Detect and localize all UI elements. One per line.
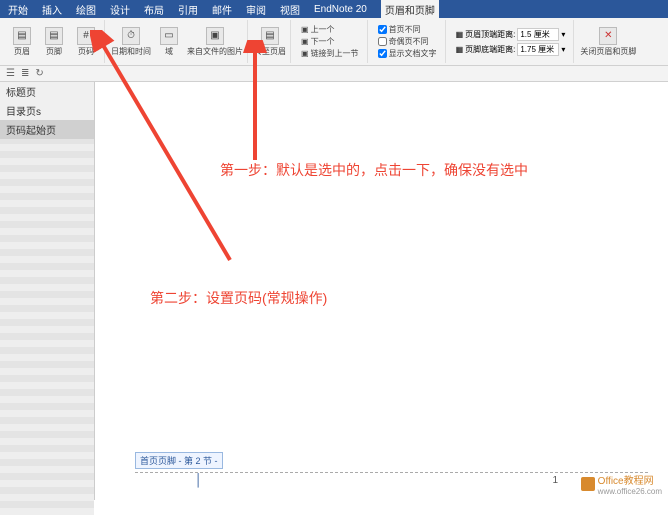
header-button[interactable]: ▤页眉 — [8, 27, 36, 57]
menu-6[interactable]: 邮件 — [212, 2, 232, 17]
chk-odd-diff[interactable]: 奇偶页不同 — [378, 36, 437, 47]
menu-4[interactable]: 布局 — [144, 2, 164, 17]
chk-show-text[interactable]: 显示文档文字 — [378, 48, 437, 59]
menu-7[interactable]: 审阅 — [246, 2, 266, 17]
page-number: 1 — [552, 475, 558, 486]
close-hf-button[interactable]: ✕关闭页眉和页脚 — [580, 27, 636, 57]
arrow-2 — [230, 40, 290, 170]
watermark-icon — [581, 477, 595, 491]
annotation-step2: 第二步：设置页码(常规操作) — [150, 288, 327, 308]
annotation-step1: 第一步：默认是选中的，点击一下，确保没有选中 — [220, 160, 528, 180]
menu-1[interactable]: 插入 — [42, 2, 62, 17]
watermark: Office教程网 www.office26.com — [581, 472, 662, 496]
text-cursor: │ — [195, 473, 203, 487]
nav-prev[interactable]: ▣ 上一个 — [301, 24, 359, 35]
nav-items: 标题页目录页s页码起始页 — [0, 82, 94, 139]
menu-9[interactable]: EndNote 20 — [314, 4, 367, 15]
menu-0[interactable]: 开始 — [8, 2, 28, 17]
header-distance[interactable]: ▦ 页眉顶端距离:1.5 厘米 ▾ — [456, 28, 566, 41]
nav-next[interactable]: ▣ 下一个 — [301, 36, 359, 47]
menu-3[interactable]: 设计 — [110, 2, 130, 17]
nav-link[interactable]: ▣ 链接到上一节 — [301, 48, 359, 59]
footer-section-tag: 首页页脚 - 第 2 节 - — [135, 452, 223, 469]
nav-empty — [0, 139, 94, 515]
nav-item-0[interactable]: 标题页 — [0, 82, 94, 101]
outline-icon[interactable]: ☰ — [6, 68, 15, 79]
footer-distance[interactable]: ▦ 页脚底端距离:1.75 厘米 ▾ — [456, 43, 566, 56]
menu-8[interactable]: 视图 — [280, 2, 300, 17]
nav-item-2[interactable]: 页码起始页 — [0, 120, 94, 139]
footer-line[interactable]: │ 1 — [135, 472, 648, 490]
chk-first-diff[interactable]: 首页不同 — [378, 24, 437, 35]
list-icon[interactable]: ≣ — [21, 68, 29, 79]
menu-10[interactable]: 页眉和页脚 — [381, 0, 439, 19]
nav-item-1[interactable]: 目录页s — [0, 101, 94, 120]
menu-2[interactable]: 绘图 — [76, 2, 96, 17]
redo-icon[interactable]: ↻ — [35, 68, 43, 79]
nav-pane: 标题页目录页s页码起始页 — [0, 82, 95, 500]
menu-5[interactable]: 引用 — [178, 2, 198, 17]
footer-button[interactable]: ▤页脚 — [40, 27, 68, 57]
menu-bar: 开始插入绘图设计布局引用邮件审阅视图 EndNote 20 页眉和页脚 — [0, 0, 668, 18]
